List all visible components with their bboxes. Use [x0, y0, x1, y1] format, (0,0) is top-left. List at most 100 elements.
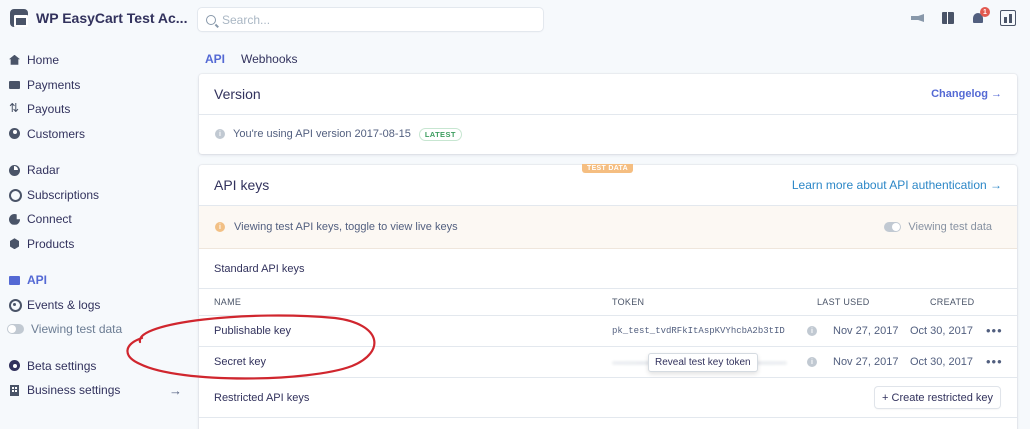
- bell-icon[interactable]: 1: [970, 7, 990, 26]
- keys-table-header: NAME TOKEN LAST USED CREATED: [199, 289, 1017, 316]
- search-icon: [206, 14, 216, 25]
- version-title: Version: [214, 86, 261, 102]
- sidebar-item-label: Products: [27, 236, 75, 251]
- restricted-keys-heading: Restricted API keys + Create restricted …: [199, 378, 1017, 418]
- test-keys-notice: i Viewing test API keys, toggle to view …: [199, 206, 1017, 249]
- sidebar-item-beta-settings[interactable]: Beta settings: [0, 354, 190, 379]
- sidebar-item-home[interactable]: Home: [0, 48, 190, 73]
- create-restricted-key-button[interactable]: + Create restricted key: [875, 387, 1000, 408]
- key-last-used: Nov 27, 2017: [833, 325, 899, 337]
- key-last-used: Nov 27, 2017: [833, 356, 899, 368]
- nav-group-developers: API Events & logs Viewing test data: [0, 268, 190, 342]
- sidebar-test-data-toggle[interactable]: Viewing test data: [0, 317, 190, 342]
- version-card-header: Version Changelog →: [199, 74, 1017, 115]
- nav-group-core: Home Payments Payouts Customers: [0, 48, 190, 146]
- building-icon: [9, 384, 20, 396]
- arrow-right-icon: →: [169, 383, 182, 398]
- sidebar-item-label: Beta settings: [27, 358, 97, 373]
- sidebar-item-label: Connect: [27, 212, 72, 227]
- account-name: WP EasyCart Test Ac...: [36, 10, 188, 26]
- version-info: i You're using API version 2017-08-15 LA…: [199, 115, 1017, 153]
- toggle-label: Viewing test data: [908, 221, 992, 233]
- key-created: Oct 30, 2017: [910, 325, 973, 337]
- events-icon: [9, 299, 22, 313]
- tab-api[interactable]: API: [205, 52, 225, 66]
- sidebar-item-label: Events & logs: [27, 297, 101, 312]
- payouts-icon: [9, 101, 20, 115]
- sidebar-item-label: Payouts: [27, 102, 71, 117]
- payments-icon: [9, 79, 20, 90]
- table-row: Secret key Reveal test key token i Nov 2…: [199, 347, 1017, 378]
- api-keys-card: TEST DATA API keys Learn more about API …: [199, 164, 1017, 429]
- view-test-data-toggle[interactable]: Viewing test data: [884, 221, 992, 233]
- info-icon: i: [215, 222, 225, 232]
- column-header-name: NAME: [214, 297, 242, 307]
- key-name: Publishable key: [214, 325, 292, 337]
- test-data-badge: TEST DATA: [582, 164, 633, 173]
- customers-icon: [9, 128, 20, 140]
- restricted-keys-label: Restricted API keys: [214, 391, 310, 404]
- sidebar-item-label: Customers: [27, 126, 86, 141]
- sidebar-item-payments[interactable]: Payments: [0, 73, 190, 98]
- version-message: You're using API version 2017-08-15: [233, 128, 411, 140]
- reveal-token-tooltip[interactable]: Reveal test key token: [648, 353, 758, 372]
- table-row: Publishable key pk_test_tvdRFkItAspKVYhc…: [199, 316, 1017, 347]
- book-icon[interactable]: [940, 10, 956, 26]
- sidebar-item-label: API: [27, 273, 48, 288]
- notification-badge: 1: [980, 7, 990, 17]
- sidebar-item-payouts[interactable]: Payouts: [0, 97, 190, 122]
- home-icon: [9, 55, 20, 66]
- nav-group-settings: Beta settings Business settings →: [0, 354, 190, 403]
- key-created: Oct 30, 2017: [910, 356, 973, 368]
- version-card: Version Changelog → i You're using API v…: [199, 74, 1017, 154]
- column-header-token: TOKEN: [612, 297, 645, 307]
- sidebar-item-label: Viewing test data: [31, 322, 123, 337]
- products-icon: [9, 238, 20, 249]
- key-token[interactable]: pk_test_tvdRFkItAspKVYhcbA2b3tID: [612, 326, 785, 336]
- api-keys-title: API keys: [214, 177, 270, 193]
- sidebar-item-radar[interactable]: Radar: [0, 158, 190, 183]
- column-header-last-used: LAST USED: [817, 297, 870, 307]
- sidebar-item-business-settings[interactable]: Business settings →: [0, 378, 190, 403]
- api-auth-link[interactable]: Learn more about API authentication →: [792, 178, 1002, 192]
- sidebar-item-label: Payments: [27, 77, 81, 92]
- toggle-switch[interactable]: [884, 222, 902, 232]
- changelog-link[interactable]: Changelog →: [931, 88, 1002, 100]
- sidebar-item-label: Radar: [27, 163, 60, 178]
- sidebar-item-api[interactable]: API: [0, 268, 190, 293]
- search-input[interactable]: [222, 12, 522, 27]
- radar-icon: [9, 164, 20, 176]
- subscriptions-icon: [9, 189, 22, 203]
- column-header-created: CREATED: [930, 297, 975, 307]
- sidebar-item-subscriptions[interactable]: Subscriptions: [0, 183, 190, 208]
- top-icons: 1: [910, 7, 1016, 26]
- megaphone-icon[interactable]: [910, 10, 926, 26]
- store-icon: [10, 9, 28, 27]
- user-menu-icon[interactable]: [1000, 10, 1016, 26]
- standard-keys-heading: Standard API keys: [199, 249, 1017, 289]
- more-options-icon[interactable]: •••: [986, 354, 1003, 369]
- more-options-icon[interactable]: •••: [986, 323, 1003, 338]
- toggle-switch[interactable]: [7, 324, 24, 335]
- api-icon: [9, 275, 20, 286]
- info-icon[interactable]: i: [807, 357, 817, 367]
- page-tabs: API Webhooks: [205, 52, 298, 66]
- dashboard: WP EasyCart Test Ac... ⌄ 1 Home Payments…: [0, 0, 1030, 429]
- gear-icon: [9, 360, 20, 372]
- sidebar-item-events-logs[interactable]: Events & logs: [0, 293, 190, 318]
- account-switcher[interactable]: WP EasyCart Test Ac... ⌄: [10, 9, 206, 27]
- sidebar-item-label: Home: [27, 53, 60, 68]
- sidebar-item-connect[interactable]: Connect: [0, 207, 190, 232]
- tab-webhooks[interactable]: Webhooks: [241, 52, 297, 66]
- top-bar: WP EasyCart Test Ac... ⌄ 1: [0, 0, 1030, 40]
- nav-group-products: Radar Subscriptions Connect Products: [0, 158, 190, 256]
- latest-badge: LATEST: [418, 127, 462, 141]
- sidebar-item-customers[interactable]: Customers: [0, 122, 190, 147]
- sidebar-item-products[interactable]: Products: [0, 232, 190, 257]
- sidebar: Home Payments Payouts Customers Radar Su…: [0, 48, 190, 415]
- info-icon[interactable]: i: [807, 326, 817, 336]
- search-box[interactable]: [198, 8, 543, 31]
- connect-icon: [9, 214, 20, 225]
- info-icon: i: [215, 129, 225, 139]
- sidebar-item-label: Business settings: [27, 383, 121, 398]
